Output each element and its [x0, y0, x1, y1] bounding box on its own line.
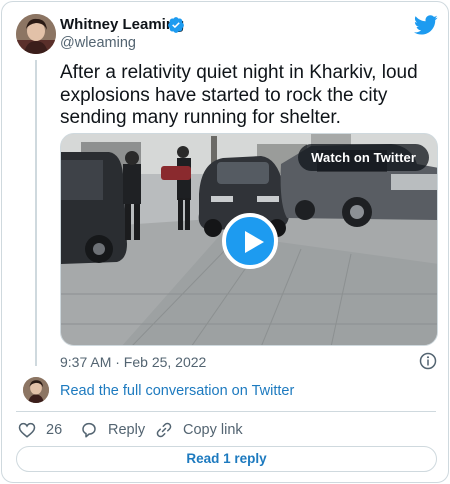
- copy-link-label: Copy link: [183, 422, 243, 438]
- video-media[interactable]: Watch on Twitter: [60, 133, 438, 346]
- speech-bubble-icon: [82, 422, 96, 438]
- verified-badge-icon: [168, 17, 184, 33]
- avatar-photo: [23, 377, 49, 403]
- conversation-avatar: [23, 377, 49, 403]
- author-avatar[interactable]: [16, 14, 56, 54]
- watch-on-twitter-button[interactable]: Watch on Twitter: [298, 144, 429, 171]
- thread-line: [35, 60, 37, 366]
- like-action[interactable]: 26: [18, 420, 62, 440]
- author-handle[interactable]: @wleaming: [60, 35, 136, 51]
- link-icon: [156, 422, 172, 438]
- tweet-text: After a relativity quiet night in Kharki…: [60, 62, 418, 128]
- read-conversation-link[interactable]: Read the full conversation on Twitter: [60, 383, 294, 399]
- reply-label: Reply: [108, 422, 146, 438]
- avatar-photo: [16, 14, 56, 54]
- read-replies-button[interactable]: Read 1 reply: [16, 446, 437, 472]
- tweet-card: Whitney Leaming @wleaming After a relati…: [1, 1, 449, 483]
- like-count: 26: [46, 422, 63, 438]
- tweet-timestamp[interactable]: 9:37 AM · Feb 25, 2022: [60, 354, 206, 370]
- play-button[interactable]: [222, 213, 278, 269]
- info-icon[interactable]: [419, 352, 437, 370]
- copy-link-action[interactable]: Copy link: [155, 420, 243, 440]
- twitter-bird-icon[interactable]: [414, 13, 438, 37]
- heart-icon: [18, 422, 36, 438]
- play-icon: [245, 231, 264, 253]
- reply-action[interactable]: Reply: [80, 420, 145, 440]
- divider: [16, 411, 436, 412]
- author-name[interactable]: Whitney Leaming: [60, 16, 184, 33]
